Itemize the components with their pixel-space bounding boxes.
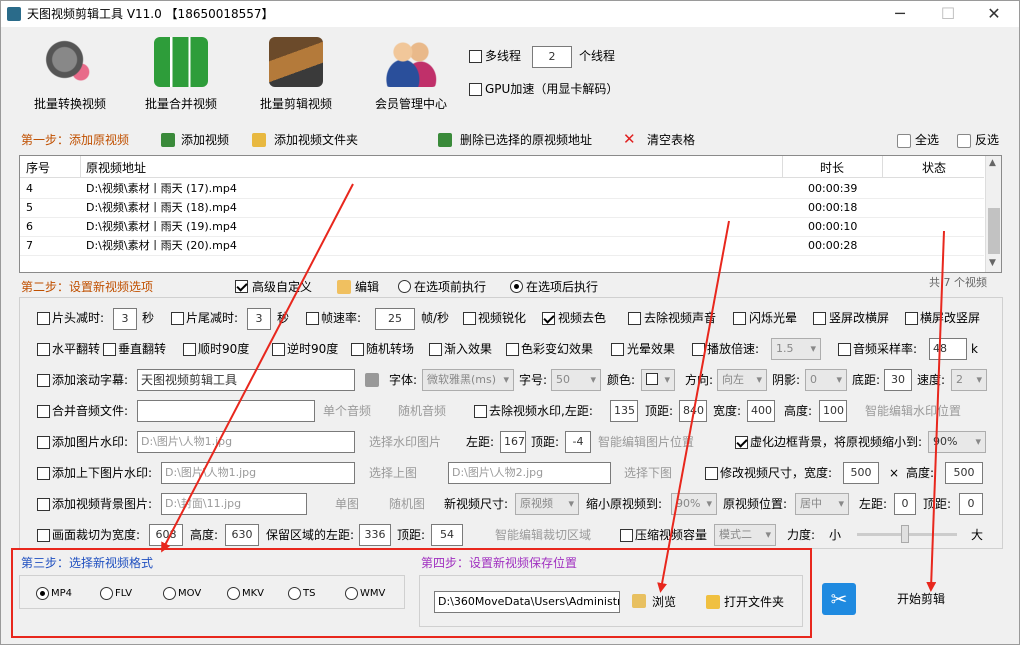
highlight-box	[11, 548, 812, 638]
arrow-line	[161, 183, 354, 553]
arrow-line	[657, 220, 730, 593]
arrow-line	[926, 230, 945, 592]
app-window: { "window":{"title":"天图视频剪辑工具 V11.0 【186…	[0, 0, 1020, 645]
annotation-overlay	[11, 183, 945, 638]
